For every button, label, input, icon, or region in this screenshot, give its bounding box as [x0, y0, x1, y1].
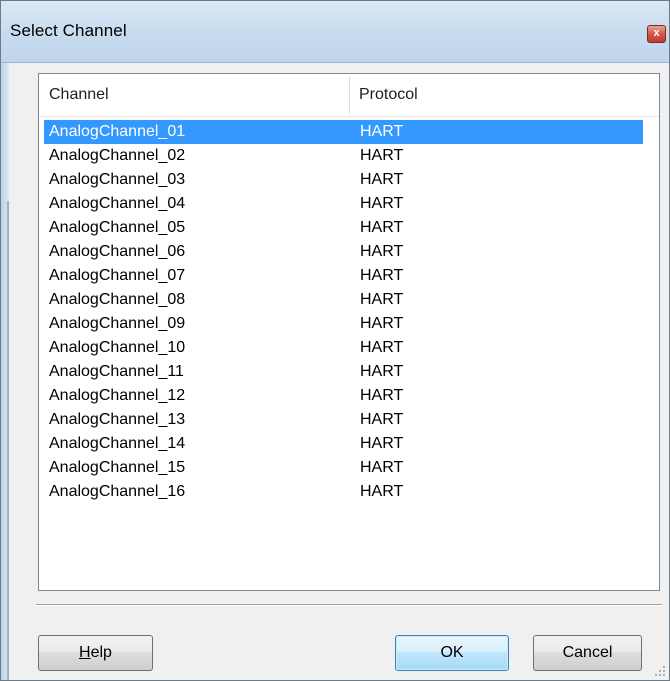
table-row[interactable]: AnalogChannel_01 HART — [44, 120, 643, 144]
help-mnemonic: H — [79, 644, 91, 661]
close-button[interactable]: x — [647, 25, 666, 43]
help-button[interactable]: Help — [38, 635, 153, 671]
table-row[interactable]: AnalogChannel_11 HART — [39, 360, 659, 384]
column-header-protocol[interactable]: Protocol — [359, 74, 639, 116]
column-header-channel[interactable]: Channel — [49, 74, 344, 116]
protocol-cell: HART — [360, 459, 404, 476]
channel-cell: AnalogChannel_01 — [49, 123, 186, 140]
channel-cell: AnalogChannel_16 — [49, 483, 186, 500]
protocol-cell: HART — [360, 195, 404, 212]
help-label: elp — [90, 644, 112, 661]
channel-cell: AnalogChannel_08 — [49, 291, 186, 308]
close-icon: x — [653, 27, 660, 39]
protocol-cell: HART — [360, 411, 404, 428]
protocol-cell: HART — [360, 387, 404, 404]
protocol-cell: HART — [360, 435, 404, 452]
channel-cell: AnalogChannel_09 — [49, 315, 186, 332]
cancel-button[interactable]: Cancel — [533, 635, 642, 671]
table-row[interactable]: AnalogChannel_02 HART — [39, 144, 659, 168]
protocol-cell: HART — [360, 243, 404, 260]
protocol-cell: HART — [360, 123, 404, 140]
channel-cell: AnalogChannel_15 — [49, 459, 186, 476]
channel-cell: AnalogChannel_11 — [49, 363, 184, 380]
channel-cell: AnalogChannel_12 — [49, 387, 186, 404]
channel-list[interactable]: Channel Protocol AnalogChannel_01 HART Ana… — [38, 73, 660, 591]
ok-button[interactable]: OK — [395, 635, 509, 671]
channel-cell: AnalogChannel_06 — [49, 243, 186, 260]
protocol-cell: HART — [360, 267, 404, 284]
protocol-cell: HART — [360, 315, 404, 332]
table-row[interactable]: AnalogChannel_06 HART — [39, 240, 659, 264]
title-bar[interactable]: Select Channel x — [1, 1, 669, 63]
protocol-cell: HART — [360, 483, 404, 500]
resize-grip[interactable] — [654, 665, 666, 677]
channel-cell: AnalogChannel_14 — [49, 435, 186, 452]
table-row[interactable]: AnalogChannel_04 HART — [39, 192, 659, 216]
select-channel-dialog: Select Channel x Channel Protocol Analog… — [0, 0, 670, 681]
protocol-cell: HART — [360, 339, 404, 356]
table-row[interactable]: AnalogChannel_10 HART — [39, 336, 659, 360]
table-row[interactable]: AnalogChannel_08 HART — [39, 288, 659, 312]
window-frame-left — [1, 1, 9, 680]
table-row[interactable]: AnalogChannel_05 HART — [39, 216, 659, 240]
table-row[interactable]: AnalogChannel_03 HART — [39, 168, 659, 192]
protocol-cell: HART — [360, 219, 404, 236]
protocol-cell: HART — [360, 171, 404, 188]
table-row[interactable]: AnalogChannel_14 HART — [39, 432, 659, 456]
list-rows: AnalogChannel_01 HART AnalogChannel_02 HART… — [39, 120, 659, 504]
column-divider[interactable] — [349, 76, 350, 114]
channel-cell: AnalogChannel_05 — [49, 219, 186, 236]
channel-cell: AnalogChannel_10 — [49, 339, 186, 356]
list-header: Channel Protocol — [39, 74, 659, 117]
channel-cell: AnalogChannel_07 — [49, 267, 186, 284]
table-row[interactable]: AnalogChannel_15 HART — [39, 456, 659, 480]
channel-cell: AnalogChannel_03 — [49, 171, 186, 188]
divider — [36, 604, 662, 606]
table-row[interactable]: AnalogChannel_13 HART — [39, 408, 659, 432]
table-row[interactable]: AnalogChannel_07 HART — [39, 264, 659, 288]
table-row[interactable]: AnalogChannel_16 HART — [39, 480, 659, 504]
window-title: Select Channel — [10, 21, 127, 40]
channel-cell: AnalogChannel_02 — [49, 147, 186, 164]
protocol-cell: HART — [360, 147, 404, 164]
channel-cell: AnalogChannel_04 — [49, 195, 186, 212]
dialog-client-area: Channel Protocol AnalogChannel_01 HART Ana… — [9, 63, 669, 680]
protocol-cell: HART — [360, 363, 404, 380]
protocol-cell: HART — [360, 291, 404, 308]
channel-cell: AnalogChannel_13 — [49, 411, 186, 428]
table-row[interactable]: AnalogChannel_09 HART — [39, 312, 659, 336]
table-row[interactable]: AnalogChannel_12 HART — [39, 384, 659, 408]
